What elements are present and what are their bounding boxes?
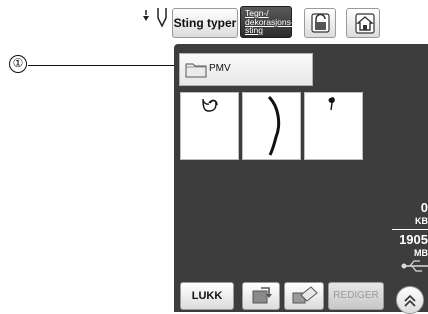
save-button[interactable] bbox=[284, 282, 324, 310]
sting-typer-button[interactable]: Sting typer bbox=[172, 8, 238, 38]
scroll-up-button[interactable] bbox=[396, 286, 424, 314]
memory-free-unit: MB bbox=[414, 248, 428, 258]
decorative-stitch-button[interactable]: Tegn-/ dekorasjons- sting bbox=[240, 6, 294, 38]
lock-button[interactable] bbox=[304, 8, 336, 38]
folder-label: PMV bbox=[209, 63, 231, 74]
edit-button[interactable]: REDIGER bbox=[328, 282, 384, 310]
save-icon bbox=[292, 286, 318, 304]
home-icon bbox=[355, 13, 375, 34]
home-button[interactable] bbox=[346, 8, 380, 38]
memory-divider bbox=[392, 229, 428, 230]
stitch-pattern-1-icon bbox=[202, 98, 218, 112]
usb-icon bbox=[401, 260, 428, 272]
decorative-stitch-label: Tegn-/ dekorasjons- sting bbox=[245, 8, 294, 35]
memory-used-value: 0 bbox=[420, 200, 428, 215]
stitch-pattern-3-icon bbox=[328, 97, 335, 111]
pattern-tile[interactable] bbox=[180, 92, 239, 160]
callout-number: ① bbox=[9, 55, 27, 73]
delete-icon bbox=[252, 287, 272, 304]
close-button[interactable]: LUKK bbox=[180, 282, 234, 310]
memory-free-value: 1905 bbox=[399, 232, 428, 247]
pattern-tile[interactable] bbox=[304, 92, 363, 160]
arrow-up-icon bbox=[404, 294, 416, 307]
pattern-tile[interactable] bbox=[242, 92, 301, 160]
folder-icon bbox=[185, 63, 207, 78]
lock-icon bbox=[311, 13, 330, 33]
callout-line bbox=[28, 65, 180, 66]
memory-used-unit: KB bbox=[415, 216, 428, 226]
stitch-pattern-2-icon bbox=[267, 95, 281, 156]
delete-button[interactable] bbox=[242, 282, 280, 310]
needle-position-icon[interactable] bbox=[140, 6, 174, 34]
